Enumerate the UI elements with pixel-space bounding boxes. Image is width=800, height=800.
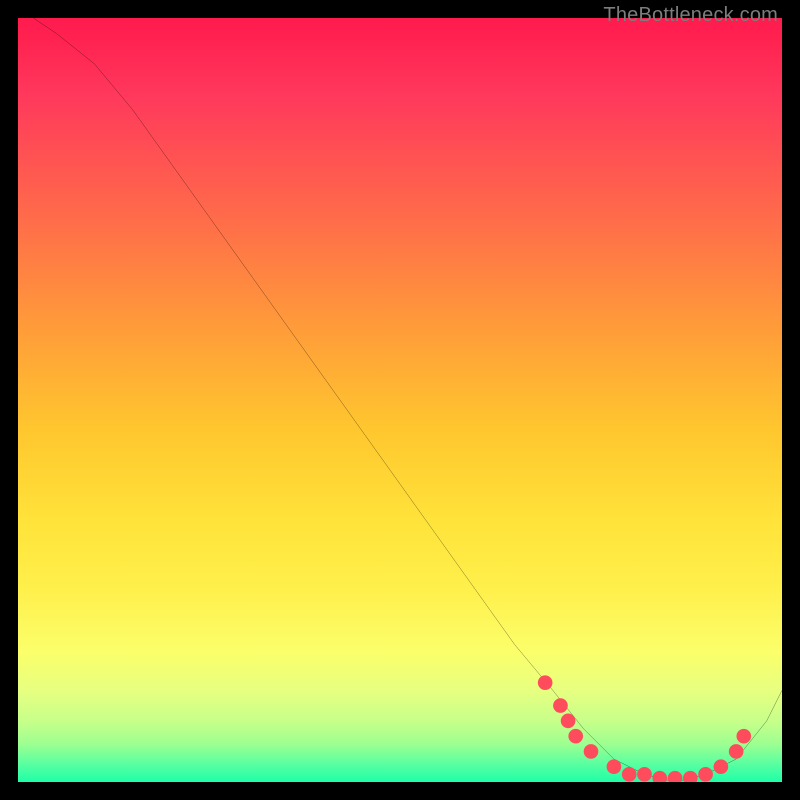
data-marker [637, 767, 652, 782]
curve-layer [18, 18, 782, 782]
data-marker [607, 759, 622, 774]
data-marker [668, 771, 683, 782]
data-marker [622, 767, 637, 782]
data-marker [584, 744, 599, 759]
data-marker [553, 698, 568, 713]
data-marker [652, 771, 667, 782]
data-marker [683, 771, 698, 782]
data-marker [568, 729, 583, 744]
data-marker [538, 675, 553, 690]
data-marker [714, 759, 729, 774]
data-marker [736, 729, 751, 744]
data-marker [561, 714, 576, 729]
plot-area [18, 18, 782, 782]
data-marker [729, 744, 744, 759]
bottleneck-curve [33, 18, 782, 782]
stage: TheBottleneck.com [0, 0, 800, 800]
watermark-label: TheBottleneck.com [603, 4, 778, 27]
data-marker [698, 767, 713, 782]
